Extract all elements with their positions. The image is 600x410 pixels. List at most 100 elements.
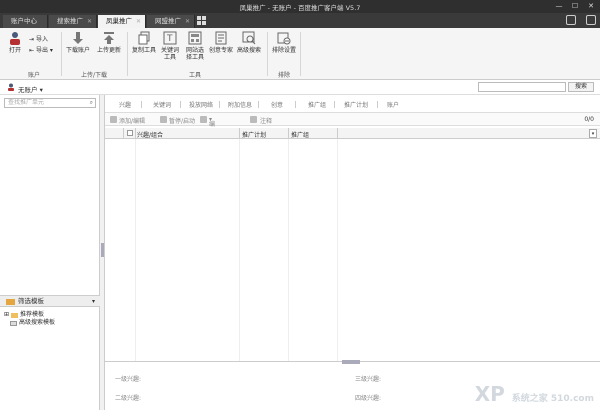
select-all-checkbox[interactable] [127, 130, 133, 136]
gear-icon[interactable] [586, 15, 596, 25]
ribbon-separator [61, 32, 62, 76]
edit-button[interactable]: 编辑 ▾ [209, 116, 215, 137]
exclude-group-label: 排除 [277, 72, 290, 79]
tab-campaign[interactable]: 推广计划 [344, 100, 368, 109]
splitter-handle[interactable] [101, 243, 104, 257]
search-doc-icon [242, 31, 256, 45]
site-tool-button[interactable]: 网站选 择工具 [184, 31, 206, 61]
exclude-icon [277, 32, 291, 45]
svg-text:T: T [166, 34, 173, 44]
tab-search-promo[interactable]: 搜索推广 ✕ [49, 15, 97, 28]
tab-network-promo[interactable]: 网盟推广 ✕ [147, 15, 195, 28]
tab-label: 搜索推广 [57, 17, 83, 25]
col-campaign[interactable]: 推广计划 [242, 130, 266, 139]
tree-item-advanced[interactable]: 高级搜索模板 [4, 319, 55, 327]
open-label: 打开 [8, 47, 21, 54]
level4-interest-label: 四级兴趣: [355, 395, 382, 402]
tab-bar: 账户中心 搜索推广 ✕ 凤巢推广 ✕ 网盟推广 ✕ [0, 13, 600, 28]
tab-account-center[interactable]: 账户中心 [3, 15, 48, 28]
add-edit-button[interactable]: 添加/编辑 [119, 116, 145, 125]
tab-account[interactable]: 账户 [387, 100, 399, 109]
tab-keyword[interactable]: 关键词 [153, 100, 171, 109]
minimize-button[interactable]: — [552, 1, 566, 11]
account-group-label: 账户 [27, 72, 40, 79]
folder-icon [11, 312, 19, 318]
search-button[interactable]: 搜索 [568, 82, 594, 92]
level1-interest-label: 一级兴趣: [115, 376, 142, 383]
tab-creative[interactable]: 创意 [271, 100, 283, 109]
ribbon-toolbar: 打开 ⇥ 导入 ⇤ 导出 ▾ 账户 下载账户 上传更新 上传/下载 复制工具 T… [0, 28, 600, 80]
copy-tool-button[interactable]: 复制工具 [131, 31, 157, 54]
unit-search-input[interactable]: 查找推广单元 ⌕ [4, 98, 96, 108]
note-icon [250, 116, 257, 123]
filter-template-title: 筛选模板 [18, 297, 44, 305]
expand-icon[interactable]: ⊞ [4, 311, 9, 319]
adv-search-label: 高级搜索 [236, 47, 261, 54]
apps-grid-icon[interactable] [196, 15, 207, 26]
advanced-search-button[interactable]: 高级搜索 [236, 31, 262, 54]
user-icon [10, 32, 20, 45]
tab-fengchao-promo[interactable]: 凤巢推广 ✕ [98, 15, 146, 28]
close-icon[interactable]: ✕ [185, 15, 190, 28]
note-button[interactable]: 注释 [260, 116, 272, 125]
upload-update-button[interactable]: 上传更新 [95, 31, 123, 54]
creative-expert-button[interactable]: 创意专家 [208, 31, 234, 54]
maximize-button[interactable]: ☐ [568, 1, 582, 11]
download-account-button[interactable]: 下载账户 [65, 31, 91, 54]
pause-start-button[interactable]: 暂停/启动 [169, 116, 195, 125]
message-icon[interactable] [566, 15, 576, 25]
ribbon-separator [267, 32, 268, 76]
tab-extra-info[interactable]: 附加信息 [228, 100, 252, 109]
tabbar-tools [566, 15, 596, 25]
filter-template-header[interactable]: 筛选模板 ▾ [0, 295, 100, 307]
col-adgroup[interactable]: 推广组 [291, 130, 309, 139]
level2-interest-label: 二级兴趣: [115, 395, 142, 402]
tree-item-recommended[interactable]: ⊞ 推荐模板 [4, 311, 55, 319]
watermark-text: XP [474, 382, 505, 406]
unit-search-placeholder: 查找推广单元 [8, 99, 45, 106]
column-chooser-dropdown[interactable]: ▾ [589, 129, 597, 138]
window-title: 凤巢推广 - 无账户 - 百度推广客户端 V5.7 [239, 4, 361, 12]
exclude-settings-button[interactable]: 排除设置 [271, 31, 297, 54]
add-icon [110, 116, 117, 123]
keyword-icon: T [163, 31, 177, 45]
tab-interest[interactable]: 兴趣 [119, 100, 131, 109]
close-icon[interactable]: ✕ [87, 15, 92, 28]
window-controls: — ☐ ✕ [552, 1, 598, 11]
download-icon [73, 32, 83, 44]
export-label: 导出 [35, 47, 48, 54]
grid-header: 兴趣/组合 推广计划 推广组 [105, 128, 600, 139]
close-icon[interactable]: ✕ [136, 15, 141, 28]
copy-label: 复制工具 [131, 47, 156, 54]
keyword-tool-button[interactable]: T 关键词 工具 [159, 31, 181, 61]
keyword-label: 关键词 工具 [160, 47, 179, 61]
ribbon-separator [127, 32, 128, 76]
account-selector[interactable]: 无账户 ▾ [18, 84, 43, 94]
filter-folder-icon [6, 299, 15, 305]
left-panel: 查找推广单元 ⌕ 筛选模板 ▾ ⊞ 推荐模板 高级搜索模板 [0, 95, 100, 410]
upload-label: 上传更新 [96, 47, 121, 54]
export-button[interactable]: ⇤ 导出 ▾ [29, 45, 53, 54]
close-window-button[interactable]: ✕ [584, 1, 598, 11]
creative-label: 创意专家 [208, 47, 233, 54]
tab-network[interactable]: 投放网络 [189, 100, 213, 109]
template-tree: ⊞ 推荐模板 高级搜索模板 [4, 311, 55, 327]
import-button[interactable]: ⇥ 导入 [29, 34, 48, 43]
open-button[interactable]: 打开 [6, 31, 24, 54]
search-icon[interactable]: ⌕ [90, 99, 93, 107]
creative-icon [215, 31, 227, 45]
col-interest-combo[interactable]: 兴趣/组合 [137, 130, 163, 139]
tree-item-label: 推荐模板 [20, 311, 45, 318]
row-counter: 0/0 [584, 116, 594, 123]
watermark-logo: XP 系统之家 510.com [475, 382, 594, 406]
import-icon: ⇥ [29, 36, 35, 43]
detail-splitter-handle[interactable] [342, 360, 360, 364]
chevron-down-icon[interactable]: ▾ [92, 296, 95, 307]
pause-icon [160, 116, 167, 123]
tab-adgroup[interactable]: 推广组 [308, 100, 326, 109]
upload-icon [104, 32, 114, 44]
site-label: 网站选 择工具 [185, 47, 204, 61]
global-search-input[interactable] [478, 82, 566, 92]
doc-icon [10, 320, 17, 326]
download-label: 下载账户 [65, 47, 90, 54]
